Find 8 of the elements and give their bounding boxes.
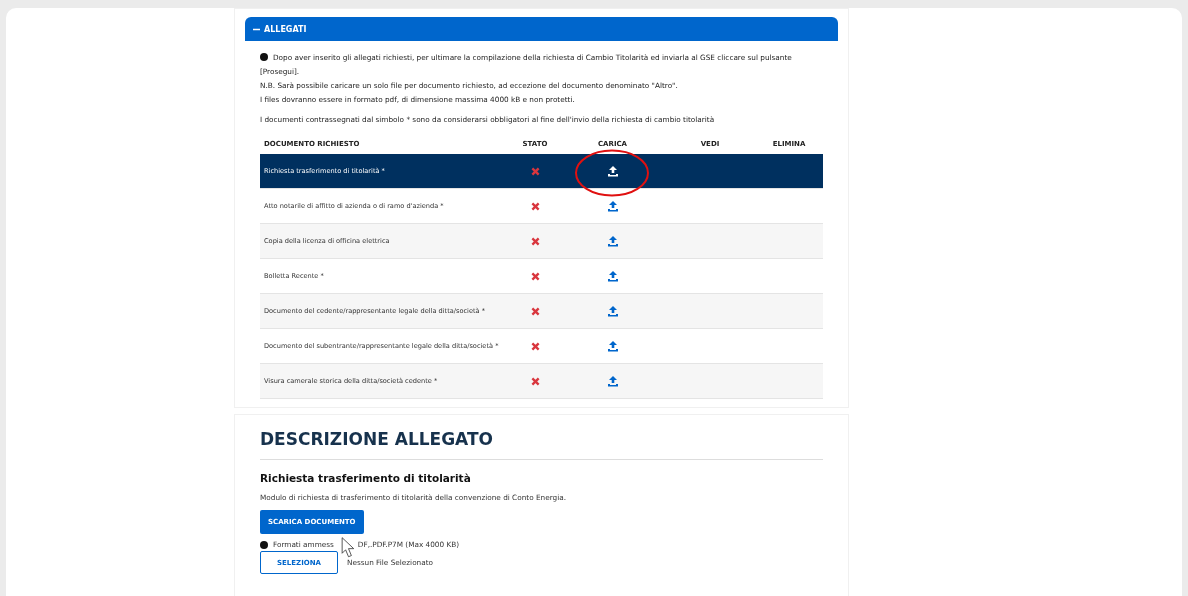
- document-title: Richiesta trasferimento di titolarità: [260, 472, 472, 484]
- cursor-icon: [341, 537, 356, 558]
- upload-icon[interactable]: [606, 165, 619, 177]
- section-title: DESCRIZIONE ALLEGATO: [260, 429, 494, 449]
- upload-icon[interactable]: [606, 340, 619, 352]
- panel-header[interactable]: ALLEGATI: [245, 17, 838, 41]
- upload-icon[interactable]: [606, 200, 619, 212]
- upload-icon[interactable]: [606, 270, 619, 282]
